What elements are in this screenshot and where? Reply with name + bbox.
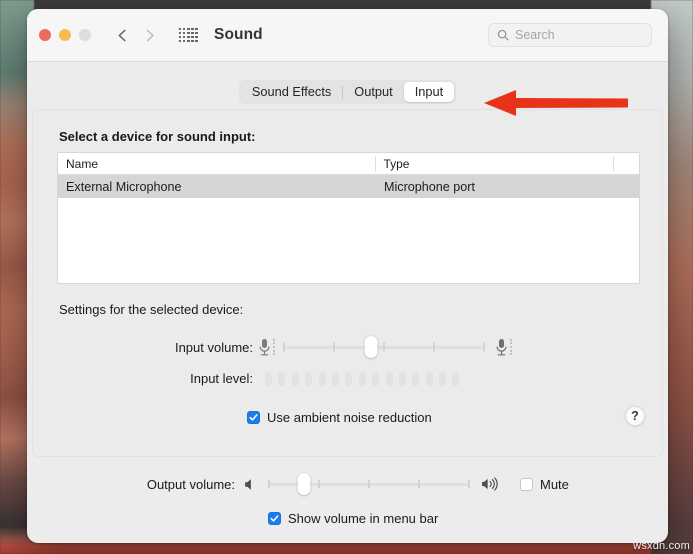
level-segment (452, 372, 459, 386)
speaker-mute-icon (243, 477, 258, 492)
slider-tick (283, 343, 285, 352)
level-segment (359, 372, 366, 386)
navigation-buttons (115, 28, 157, 43)
search-input[interactable]: Search (488, 23, 652, 47)
help-icon[interactable]: ? (625, 406, 645, 426)
input-level-meter (265, 372, 459, 386)
slider-tick (333, 343, 335, 352)
show-volume-label: Show volume in menu bar (288, 511, 438, 526)
input-volume-thumb[interactable] (365, 336, 378, 358)
level-segment (426, 372, 433, 386)
level-segment (292, 372, 299, 386)
show-volume-checkbox-row[interactable]: Show volume in menu bar (268, 511, 438, 526)
output-volume-row: Output volume: Mute (59, 474, 659, 494)
level-segment (412, 372, 419, 386)
table-header-row: Name Type (58, 153, 639, 175)
microphone-icon (495, 338, 508, 357)
window-titlebar: Sound Search (27, 9, 668, 62)
slider-tick (433, 343, 435, 352)
tab-input[interactable]: Input (404, 82, 454, 102)
checkmark-icon (270, 514, 279, 523)
column-header-extra[interactable] (613, 153, 639, 175)
level-segment (332, 372, 339, 386)
level-segment (265, 372, 272, 386)
input-volume-label: Input volume: (33, 340, 253, 355)
column-header-type[interactable]: Type (375, 153, 613, 175)
input-settings-panel: Select a device for sound input: Name Ty… (32, 109, 663, 457)
select-device-label: Select a device for sound input: (59, 129, 255, 144)
watermark-text: wsxdn.com (633, 540, 690, 552)
level-segment (305, 372, 312, 386)
speaker-loud-icon (480, 476, 500, 492)
search-icon (497, 29, 509, 41)
input-level-row: Input level: (33, 371, 664, 386)
tab-sound-effects[interactable]: Sound Effects (241, 82, 342, 102)
slider-tick (418, 480, 420, 489)
input-volume-slider[interactable] (283, 337, 483, 357)
checkmark-icon (249, 413, 258, 422)
back-chevron-icon[interactable] (115, 28, 130, 43)
level-segment (345, 372, 352, 386)
device-table[interactable]: Name Type External Microphone Microphone… (57, 152, 640, 284)
output-volume-slider[interactable] (268, 474, 468, 494)
show-volume-checkbox[interactable] (268, 512, 281, 525)
preferences-tabbar: Sound Effects Output Input (239, 80, 456, 104)
table-row[interactable]: External Microphone Microphone port (58, 175, 639, 198)
mute-label: Mute (540, 477, 569, 492)
level-segment (399, 372, 406, 386)
ambient-noise-checkbox-row[interactable]: Use ambient noise reduction (247, 410, 432, 425)
input-volume-row: Input volume: (33, 337, 664, 357)
slider-tick (318, 480, 320, 489)
slider-tick (268, 480, 270, 489)
tab-output[interactable]: Output (343, 82, 403, 102)
show-all-grid-icon[interactable] (179, 28, 200, 43)
device-name-cell: External Microphone (58, 180, 376, 194)
output-volume-label: Output volume: (59, 477, 235, 492)
zoom-button[interactable] (79, 29, 91, 41)
ambient-noise-label: Use ambient noise reduction (267, 410, 432, 425)
slider-tick (383, 343, 385, 352)
mute-checkbox[interactable] (520, 478, 533, 491)
traffic-light-group (39, 29, 91, 41)
minimize-button[interactable] (59, 29, 71, 41)
device-type-cell: Microphone port (376, 180, 614, 194)
slider-tick (368, 480, 370, 489)
search-placeholder-text: Search (515, 28, 555, 42)
page-title: Sound (214, 26, 263, 44)
forward-chevron-icon[interactable] (142, 28, 157, 43)
input-level-label: Input level: (33, 371, 253, 386)
level-segment (319, 372, 326, 386)
ambient-noise-checkbox[interactable] (247, 411, 260, 424)
microphone-level-dots-left (273, 339, 275, 355)
slider-tick (468, 480, 470, 489)
microphone-level-dots-right (510, 339, 512, 355)
close-button[interactable] (39, 29, 51, 41)
output-volume-thumb[interactable] (298, 473, 311, 495)
sound-preferences-window: Sound Search Sound Effects Output Input … (27, 9, 668, 543)
tabbar-container: Sound Effects Output Input (27, 62, 668, 104)
microphone-icon (258, 338, 271, 357)
level-segment (386, 372, 393, 386)
settings-for-device-label: Settings for the selected device: (59, 302, 243, 317)
level-segment (372, 372, 379, 386)
level-segment (278, 372, 285, 386)
slider-tick (483, 343, 485, 352)
level-segment (439, 372, 446, 386)
column-header-name[interactable]: Name (58, 153, 375, 175)
